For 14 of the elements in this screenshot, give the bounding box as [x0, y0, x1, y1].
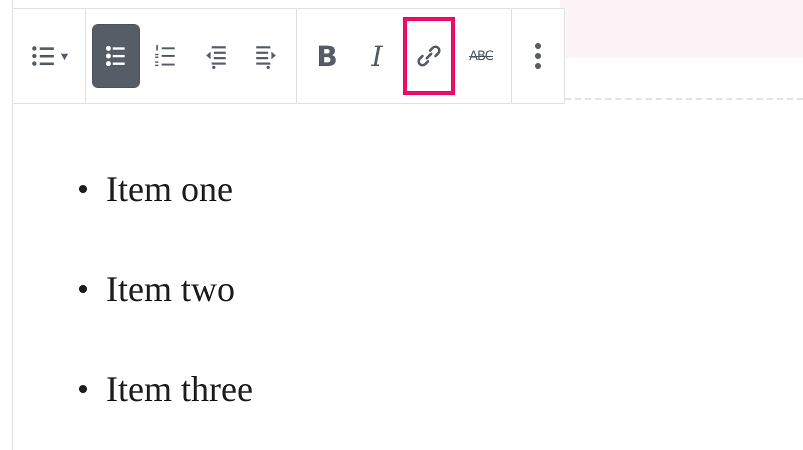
list-item: Item one	[106, 168, 233, 210]
bold-button[interactable]: B	[303, 24, 351, 88]
link-button[interactable]	[403, 17, 455, 95]
italic-button[interactable]: I	[353, 24, 401, 88]
caret-icon	[60, 52, 68, 60]
bullet-icon	[79, 285, 87, 293]
list-item: Item three	[106, 368, 253, 410]
more-icon	[535, 43, 541, 69]
bullet-icon	[79, 185, 87, 193]
list-item: Item two	[106, 268, 235, 310]
bullet-icon	[79, 385, 87, 393]
bulleted-list-button[interactable]	[92, 24, 140, 88]
strikethrough-button[interactable]: ABC	[457, 24, 505, 88]
link-icon	[416, 43, 442, 69]
